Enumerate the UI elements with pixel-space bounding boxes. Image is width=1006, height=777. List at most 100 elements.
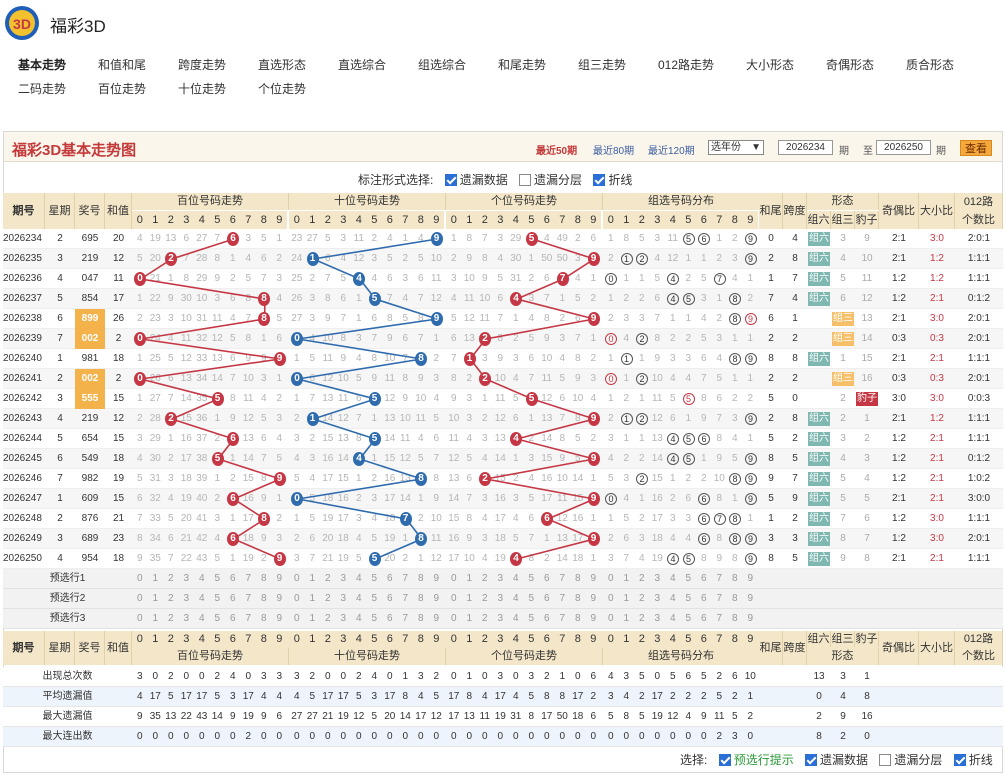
preselect-digit[interactable]: 2	[320, 589, 336, 609]
preselect-digit[interactable]: 5	[367, 609, 383, 629]
preselect-digit[interactable]: 3	[336, 609, 352, 629]
preselect-digit[interactable]: 1	[619, 609, 635, 629]
preselect-digit[interactable]: 8	[570, 609, 586, 629]
preselect-digit[interactable]: 5	[210, 569, 226, 589]
preselect-digit[interactable]: 5	[524, 569, 540, 589]
preselect-digit[interactable]: 5	[524, 609, 540, 629]
preselect-digit[interactable]: 1	[148, 569, 164, 589]
preselect-digit[interactable]: 3	[493, 609, 509, 629]
preselect-digit[interactable]: 1	[305, 589, 321, 609]
preselect-digit[interactable]: 3	[179, 609, 195, 629]
preselect-digit[interactable]: 3	[650, 589, 666, 609]
preselect-digit[interactable]: 6	[225, 609, 241, 629]
preselect-digit[interactable]: 2	[163, 569, 179, 589]
preselect-digit[interactable]: 3	[179, 569, 195, 589]
preselect-digit[interactable]: 9	[743, 589, 759, 609]
preselect-digit[interactable]: 7	[555, 589, 571, 609]
preselect-digit[interactable]: 6	[696, 569, 712, 589]
preselect-digit[interactable]: 1	[619, 589, 635, 609]
preselect-digit[interactable]: 5	[681, 609, 697, 629]
preselect-digit[interactable]: 8	[570, 569, 586, 589]
preselect-digit[interactable]: 9	[429, 569, 445, 589]
preselect-digit[interactable]: 1	[462, 609, 478, 629]
preselect-digit[interactable]: 7	[241, 589, 257, 609]
preselect-digit[interactable]: 8	[727, 609, 743, 629]
footer-missing-layer-checkbox[interactable]	[879, 754, 892, 766]
preselect-digit[interactable]: 6	[382, 569, 398, 589]
preselect-digit[interactable]: 6	[382, 589, 398, 609]
preselect-digit[interactable]: 0	[289, 609, 305, 629]
preselect-digit[interactable]: 8	[256, 589, 272, 609]
preselect-digit[interactable]: 1	[148, 609, 164, 629]
preselect-digit[interactable]: 6	[539, 609, 555, 629]
preselect-digit[interactable]: 4	[665, 589, 681, 609]
preselect-digit[interactable]: 5	[367, 589, 383, 609]
preselect-digit[interactable]: 7	[712, 569, 728, 589]
preselect-digit[interactable]: 0	[132, 569, 148, 589]
preselect-digit[interactable]: 4	[194, 609, 210, 629]
preselect-digit[interactable]: 9	[586, 569, 602, 589]
preselect-digit[interactable]: 2	[163, 589, 179, 609]
preselect-hint-checkbox[interactable]	[718, 754, 731, 766]
preselect-digit[interactable]: 8	[727, 569, 743, 589]
preselect-digit[interactable]: 5	[210, 589, 226, 609]
preselect-digit[interactable]: 4	[351, 609, 367, 629]
preselect-digit[interactable]: 7	[398, 569, 414, 589]
preselect-digit[interactable]: 1	[462, 569, 478, 589]
preselect-digit[interactable]: 6	[225, 569, 241, 589]
preselect-digit[interactable]: 3	[336, 569, 352, 589]
preselect-digit[interactable]: 1	[462, 589, 478, 609]
preselect-digit[interactable]: 0	[446, 609, 462, 629]
preselect-digit[interactable]: 0	[603, 609, 619, 629]
preselect-digit[interactable]: 9	[586, 589, 602, 609]
preselect-digit[interactable]: 4	[665, 569, 681, 589]
preselect-digit[interactable]: 9	[743, 609, 759, 629]
preselect-digit[interactable]: 6	[696, 609, 712, 629]
preselect-digit[interactable]: 5	[681, 589, 697, 609]
preselect-digit[interactable]: 0	[603, 589, 619, 609]
preselect-digit[interactable]: 0	[603, 569, 619, 589]
preselect-digit[interactable]: 8	[256, 609, 272, 629]
preselect-digit[interactable]: 0	[289, 589, 305, 609]
preselect-digit[interactable]: 2	[320, 609, 336, 629]
preselect-digit[interactable]: 4	[508, 609, 524, 629]
preselect-digit[interactable]: 2	[163, 609, 179, 629]
preselect-digit[interactable]: 5	[524, 589, 540, 609]
preselect-digit[interactable]: 9	[586, 609, 602, 629]
preselect-digit[interactable]: 8	[413, 589, 429, 609]
preselect-digit[interactable]: 4	[665, 609, 681, 629]
preselect-digit[interactable]: 9	[743, 569, 759, 589]
preselect-digit[interactable]: 3	[650, 569, 666, 589]
preselect-digit[interactable]: 2	[477, 589, 493, 609]
preselect-digit[interactable]: 2	[320, 569, 336, 589]
preselect-digit[interactable]: 7	[398, 589, 414, 609]
preselect-digit[interactable]: 4	[508, 589, 524, 609]
preselect-digit[interactable]: 4	[194, 569, 210, 589]
preselect-digit[interactable]: 8	[727, 589, 743, 609]
preselect-digit[interactable]: 7	[712, 589, 728, 609]
preselect-digit[interactable]: 7	[398, 609, 414, 629]
preselect-digit[interactable]: 2	[477, 609, 493, 629]
preselect-digit[interactable]: 3	[493, 589, 509, 609]
footer-polyline-checkbox[interactable]	[953, 754, 966, 766]
preselect-digit[interactable]: 3	[650, 609, 666, 629]
preselect-digit[interactable]: 3	[336, 589, 352, 609]
preselect-digit[interactable]: 8	[256, 569, 272, 589]
preselect-digit[interactable]: 8	[413, 609, 429, 629]
preselect-digit[interactable]: 7	[555, 569, 571, 589]
preselect-digit[interactable]: 4	[351, 589, 367, 609]
preselect-digit[interactable]: 5	[367, 569, 383, 589]
preselect-digit[interactable]: 0	[446, 589, 462, 609]
preselect-digit[interactable]: 6	[539, 589, 555, 609]
preselect-digit[interactable]: 3	[179, 589, 195, 609]
preselect-digit[interactable]: 6	[539, 569, 555, 589]
preselect-digit[interactable]: 0	[446, 569, 462, 589]
preselect-digit[interactable]: 4	[351, 569, 367, 589]
preselect-digit[interactable]: 3	[493, 569, 509, 589]
preselect-digit[interactable]: 4	[508, 569, 524, 589]
preselect-digit[interactable]: 1	[305, 609, 321, 629]
preselect-digit[interactable]: 0	[132, 609, 148, 629]
preselect-digit[interactable]: 2	[634, 609, 650, 629]
preselect-digit[interactable]: 2	[477, 569, 493, 589]
footer-missing-data-checkbox[interactable]	[805, 754, 818, 766]
